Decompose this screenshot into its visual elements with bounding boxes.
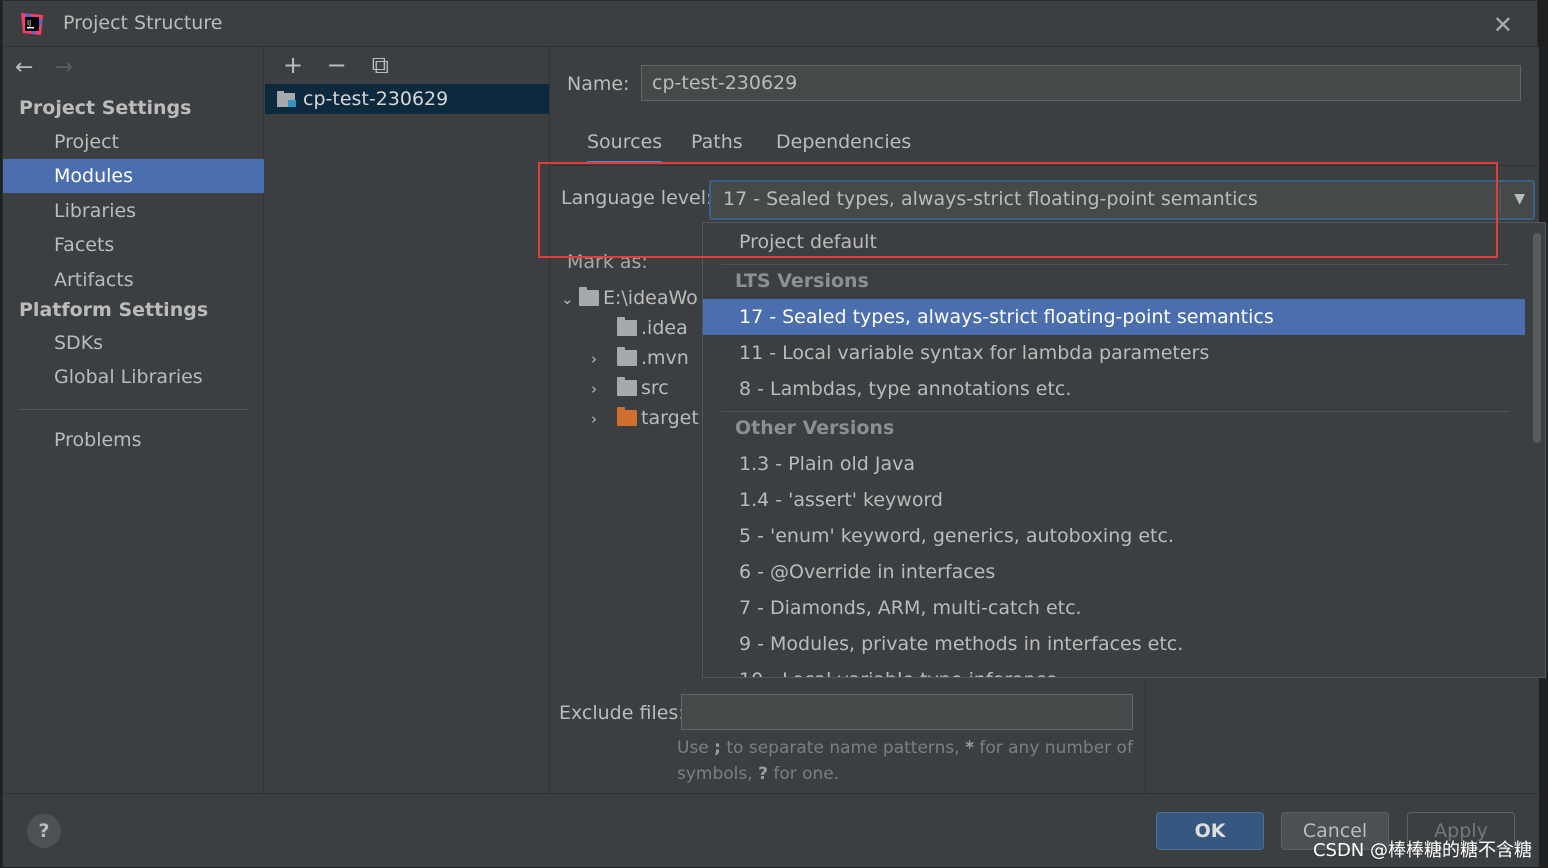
- chevron-down-icon[interactable]: ⌄: [561, 284, 579, 314]
- module-row[interactable]: cp-test-230629: [265, 84, 549, 114]
- dropdown-arrow-icon[interactable]: ▼: [1514, 182, 1525, 217]
- tree-node-mvn[interactable]: › .mvn: [591, 343, 689, 373]
- tree-node-label: target: [641, 407, 699, 429]
- folder-icon: [617, 377, 637, 396]
- sidebar-item-problems[interactable]: Problems: [3, 423, 264, 457]
- hint-token: *: [965, 738, 974, 758]
- option-java-8[interactable]: 8 - Lambdas, type annotations etc.: [703, 371, 1525, 407]
- module-list-panel: + − ⧉ cp-test-230629: [265, 47, 550, 793]
- tab-paths[interactable]: Paths: [691, 131, 743, 161]
- language-level-value: 17 - Sealed types, always-strict floatin…: [723, 188, 1258, 210]
- lts-versions-heading: LTS Versions: [735, 270, 869, 292]
- back-arrow-icon[interactable]: ←: [15, 55, 33, 80]
- mark-as-label: Mark as:: [567, 251, 648, 273]
- svg-text:IJ: IJ: [27, 19, 31, 27]
- title-bar: IJ Project Structure ✕: [3, 1, 1537, 47]
- hint-token: ?: [758, 764, 768, 784]
- sidebar-item-libraries[interactable]: Libraries: [3, 194, 264, 228]
- tree-node-target[interactable]: › target: [591, 403, 699, 433]
- option-java-1-3[interactable]: 1.3 - Plain old Java: [703, 446, 1525, 482]
- hint-text: to separate name patterns,: [720, 738, 966, 758]
- sidebar-item-global-libraries[interactable]: Global Libraries: [3, 360, 264, 394]
- group-separator: [721, 411, 1509, 412]
- sidebar-item-modules[interactable]: Modules: [3, 159, 264, 193]
- hint-text: for one.: [767, 764, 840, 784]
- option-java-11[interactable]: 11 - Local variable syntax for lambda pa…: [703, 335, 1525, 371]
- dialog-button-bar: ? OK Cancel Apply: [3, 793, 1539, 867]
- exclude-files-hint: Use ; to separate name patterns, * for a…: [677, 735, 1147, 787]
- module-toolbar: + − ⧉: [275, 51, 398, 81]
- other-versions-heading: Other Versions: [735, 417, 895, 439]
- intellij-logo-icon: IJ: [21, 13, 43, 35]
- combo-separator: [1500, 186, 1501, 214]
- tree-node-label: src: [641, 377, 669, 399]
- language-level-label: Language level:: [561, 187, 713, 209]
- module-folder-icon: [277, 91, 296, 107]
- option-java-9[interactable]: 9 - Modules, private methods in interfac…: [703, 626, 1525, 662]
- tree-node-label: E:\ideaWo: [603, 287, 698, 309]
- option-project-default[interactable]: Project default: [703, 224, 1525, 260]
- platform-settings-heading: Platform Settings: [19, 299, 209, 321]
- tree-node-label: .idea: [641, 317, 688, 339]
- project-settings-heading: Project Settings: [19, 97, 192, 119]
- folder-icon: [579, 287, 599, 306]
- module-name: cp-test-230629: [303, 88, 449, 110]
- name-label: Name:: [567, 73, 630, 95]
- ok-button[interactable]: OK: [1156, 812, 1264, 850]
- sidebar-item-sdks[interactable]: SDKs: [3, 326, 264, 360]
- sidebar-divider: [19, 409, 249, 410]
- tab-divider: [551, 165, 1539, 166]
- nav-arrows: ← →: [15, 55, 87, 80]
- chevron-right-icon[interactable]: ›: [591, 344, 609, 374]
- folder-icon: [617, 317, 637, 336]
- tree-node-idea[interactable]: .idea: [617, 313, 688, 343]
- forward-arrow-icon[interactable]: →: [54, 55, 72, 80]
- tab-dependencies[interactable]: Dependencies: [776, 131, 911, 161]
- sidebar-item-project[interactable]: Project: [3, 125, 264, 159]
- tab-sources[interactable]: Sources: [587, 131, 663, 164]
- language-level-dropdown: Project default LTS Versions 17 - Sealed…: [702, 222, 1546, 678]
- name-field[interactable]: cp-test-230629: [641, 65, 1521, 101]
- option-java-1-4[interactable]: 1.4 - 'assert' keyword: [703, 482, 1525, 518]
- exclude-files-input[interactable]: [681, 694, 1133, 730]
- option-java-5[interactable]: 5 - 'enum' keyword, generics, autoboxing…: [703, 518, 1525, 554]
- watermark: CSDN @棒棒糖的糖不含糖: [1312, 840, 1532, 861]
- dropdown-scrollbar[interactable]: [1533, 233, 1541, 443]
- chevron-right-icon[interactable]: ›: [591, 404, 609, 434]
- sidebar-item-artifacts[interactable]: Artifacts: [3, 263, 264, 297]
- language-level-combobox[interactable]: 17 - Sealed types, always-strict floatin…: [709, 180, 1535, 220]
- option-java-10[interactable]: 10 - Local variable type inference: [703, 662, 1525, 677]
- copy-icon[interactable]: ⧉: [362, 51, 398, 79]
- excluded-folder-icon: [617, 407, 637, 426]
- option-java-7[interactable]: 7 - Diamonds, ARM, multi-catch etc.: [703, 590, 1525, 626]
- option-java-6[interactable]: 6 - @Override in interfaces: [703, 554, 1525, 590]
- dialog-title: Project Structure: [63, 12, 223, 34]
- sidebar-item-facets[interactable]: Facets: [3, 228, 264, 262]
- remove-icon[interactable]: −: [319, 51, 355, 79]
- hint-token: ;: [714, 738, 721, 758]
- panel-divider: [1145, 667, 1146, 793]
- tree-node-src[interactable]: › src: [591, 373, 669, 403]
- chevron-right-icon[interactable]: ›: [591, 374, 609, 404]
- tree-node-label: .mvn: [641, 347, 689, 369]
- exclude-files-label: Exclude files:: [559, 702, 685, 724]
- close-icon[interactable]: ✕: [1493, 11, 1513, 39]
- settings-sidebar: ← → Project Settings Project Modules Lib…: [3, 47, 264, 793]
- folder-icon: [617, 347, 637, 366]
- add-icon[interactable]: +: [275, 51, 311, 79]
- group-separator: [721, 264, 1509, 265]
- tree-node-root[interactable]: ⌄ E:\ideaWo: [561, 283, 698, 313]
- option-java-17[interactable]: 17 - Sealed types, always-strict floatin…: [703, 299, 1525, 335]
- hint-text: Use: [677, 738, 715, 758]
- help-button[interactable]: ?: [27, 814, 61, 848]
